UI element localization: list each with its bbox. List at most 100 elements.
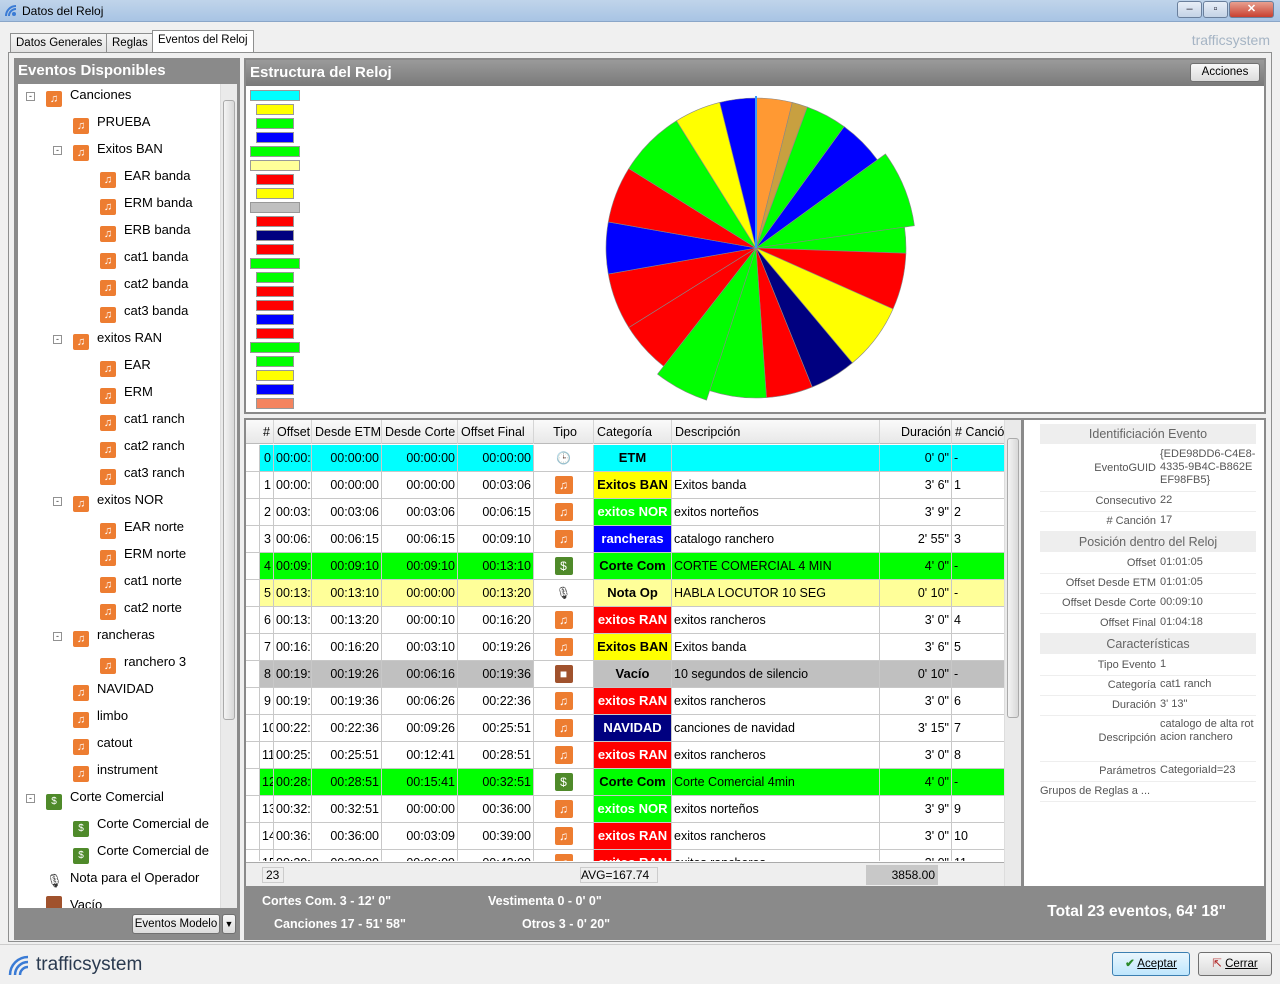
tree-node[interactable]: ♫ cat2 ranch [100,437,185,458]
cerrar-button[interactable]: ⇱ Cerrar [1198,952,1272,976]
tree-scroll-thumb[interactable] [223,100,235,720]
property-row[interactable]: Grupos de Reglas a ... [1040,782,1256,802]
table-row[interactable]: 1200:28:5100:28:5100:15:4100:32:51$Corte… [246,769,1006,796]
tree-expander[interactable]: - [26,794,35,803]
grid-column-header[interactable]: Duración [880,420,952,444]
table-row[interactable]: 500:13:1000:13:1000:00:0000:13:20🎙Nota O… [246,580,1006,607]
row-selector[interactable] [246,823,260,849]
tree-node[interactable]: $ Corte Comercial de [73,815,209,837]
tree-node[interactable]: ♫ Exitos BAN [73,140,163,161]
row-selector[interactable] [246,607,260,633]
tree-expander[interactable]: - [53,632,62,641]
row-selector[interactable] [246,526,260,552]
tree-node[interactable]: ♫ ERB banda [100,221,191,242]
tree-node[interactable]: 🎙 Nota para el Operador [46,869,199,889]
table-row[interactable]: 000:00:0000:00:0000:00:0000:00:00🕒ETM0' … [246,445,1006,472]
tree-node[interactable]: ♫ cat2 norte [100,599,182,620]
table-row[interactable]: 1500:39:0000:39:0000:06:0900:42:00♫exito… [246,850,1006,861]
table-row[interactable]: 400:09:1000:09:1000:09:1000:13:10$Corte … [246,553,1006,580]
tree-node[interactable]: ♫ NAVIDAD [73,680,154,701]
property-row[interactable]: # Canción 17 [1040,512,1256,532]
tree-expander[interactable]: - [53,146,62,155]
row-selector[interactable] [246,715,260,741]
tree-node[interactable]: ♫ cat1 norte [100,572,182,593]
tree-node[interactable]: ♫ EAR banda [100,167,191,188]
tree-node[interactable]: ♫ ERM norte [100,545,186,566]
tree-node[interactable]: ♫ EAR [100,356,151,377]
tree-expander[interactable]: - [53,335,62,344]
tree-node[interactable]: ♫ ranchero 3 [100,653,186,674]
tree-node[interactable]: ♫ EAR norte [100,518,184,539]
tree-node[interactable]: ♫ cat3 ranch [100,464,185,485]
grid-column-header[interactable]: Desde Corte [382,420,458,444]
tree-node[interactable]: ♫ Canciones [46,86,131,107]
aceptar-button[interactable]: ✔ Aceptar [1112,952,1190,976]
maximize-button[interactable]: ▫ [1203,1,1228,18]
table-row[interactable]: 1400:36:0000:36:0000:03:0900:39:00♫exito… [246,823,1006,850]
tree-node[interactable]: ♫ cat1 ranch [100,410,185,431]
row-selector[interactable] [246,850,260,861]
tree-node[interactable]: ♫ ERM [100,383,153,404]
property-row[interactable]: Parámetros CategoriaId=23 [1040,762,1256,782]
property-row[interactable]: Consecutivo 22 [1040,492,1256,512]
property-row[interactable]: Tipo Evento 1 [1040,656,1256,676]
tree-expander[interactable]: - [26,92,35,101]
tree-node[interactable]: ♫ rancheras [73,626,155,647]
row-selector[interactable] [246,688,260,714]
events-tree[interactable]: - ♫ Canciones ♫ PRUEBA - ♫ Exitos BAN ♫ EAR banda… [18,84,232,908]
tree-node[interactable]: ♫ ERM banda [100,194,193,215]
tree-node[interactable]: ♫ exitos NOR [73,491,163,512]
row-selector[interactable] [246,661,260,687]
grid-scroll-thumb[interactable] [1007,438,1019,718]
table-row[interactable]: 1300:32:5100:32:5100:00:0000:36:00♫exito… [246,796,1006,823]
tree-node[interactable]: ♫ PRUEBA [73,113,150,134]
property-row[interactable]: Offset 01:01:05 [1040,554,1256,574]
tree-node[interactable]: ♫ cat2 banda [100,275,188,296]
property-row[interactable]: Offset Final 01:04:18 [1040,614,1256,634]
tab-eventos-del-reloj[interactable]: Eventos del Reloj [152,30,254,52]
property-row[interactable]: EventoGUID {EDE98DD6-C4E8-4335-9B4C-B862E… [1040,446,1256,492]
grid-column-header[interactable]: Categoría [594,420,672,444]
grid-column-header[interactable]: # [260,420,274,444]
row-selector[interactable] [246,445,260,471]
table-row[interactable]: 1100:25:5100:25:5100:12:4100:28:51♫exito… [246,742,1006,769]
minimize-button[interactable]: – [1177,1,1202,18]
row-selector[interactable] [246,553,260,579]
table-row[interactable]: 800:19:2600:19:2600:06:1600:19:36■Vacío1… [246,661,1006,688]
grid-body[interactable]: 000:00:0000:00:0000:00:0000:00:00🕒ETM0' … [246,445,1006,861]
table-row[interactable]: 200:03:0600:03:0600:03:0600:06:15♫exitos… [246,499,1006,526]
events-grid[interactable]: # Offset Desde ETM Desde Corte Offset Final T… [244,418,1022,888]
row-selector[interactable] [246,499,260,525]
table-row[interactable]: 600:13:2000:13:2000:00:1000:16:20♫exitos… [246,607,1006,634]
grid-column-header[interactable]: Tipo [534,420,594,444]
clock-pie-chart[interactable] [596,88,916,408]
property-row[interactable]: Offset Desde ETM 01:01:05 [1040,574,1256,594]
tree-node[interactable]: ♫ cat1 banda [100,248,188,269]
tree-node[interactable]: ♫ cat3 banda [100,302,188,323]
row-selector[interactable] [246,769,260,795]
property-row[interactable]: Descripción catalogo de alta rotacion ran… [1040,716,1256,762]
tree-node[interactable]: ♫ catout [73,734,132,755]
tree-node[interactable]: ♫ limbo [73,707,128,728]
tab-datos-generales[interactable]: Datos Generales [10,33,109,52]
acciones-button[interactable]: Acciones [1190,63,1260,82]
row-selector[interactable] [246,634,260,660]
table-row[interactable]: 700:16:2000:16:2000:03:1000:19:26♫Exitos… [246,634,1006,661]
row-selector[interactable] [246,796,260,822]
tab-reglas[interactable]: Reglas [106,33,154,52]
grid-column-header[interactable]: Offset Final [458,420,534,444]
tree-node[interactable]: Vacío [46,896,102,908]
property-row[interactable]: Duración 3' 13" [1040,696,1256,716]
row-selector[interactable] [246,580,260,606]
tree-expander[interactable]: - [53,497,62,506]
tree-scrollbar[interactable] [220,84,237,908]
tree-node[interactable]: $ Corte Comercial [46,788,164,810]
close-window-button[interactable]: ✕ [1229,1,1274,18]
table-row[interactable]: 300:06:1500:06:1500:06:1500:09:10♫ranche… [246,526,1006,553]
grid-column-header[interactable]: Offset [274,420,312,444]
row-selector[interactable] [246,742,260,768]
grid-column-header[interactable]: Descripción [672,420,880,444]
eventos-modelo-button[interactable]: Eventos Modelo [132,914,220,934]
tree-node[interactable]: ♫ exitos RAN [73,329,162,350]
grid-scrollbar[interactable] [1004,420,1021,886]
